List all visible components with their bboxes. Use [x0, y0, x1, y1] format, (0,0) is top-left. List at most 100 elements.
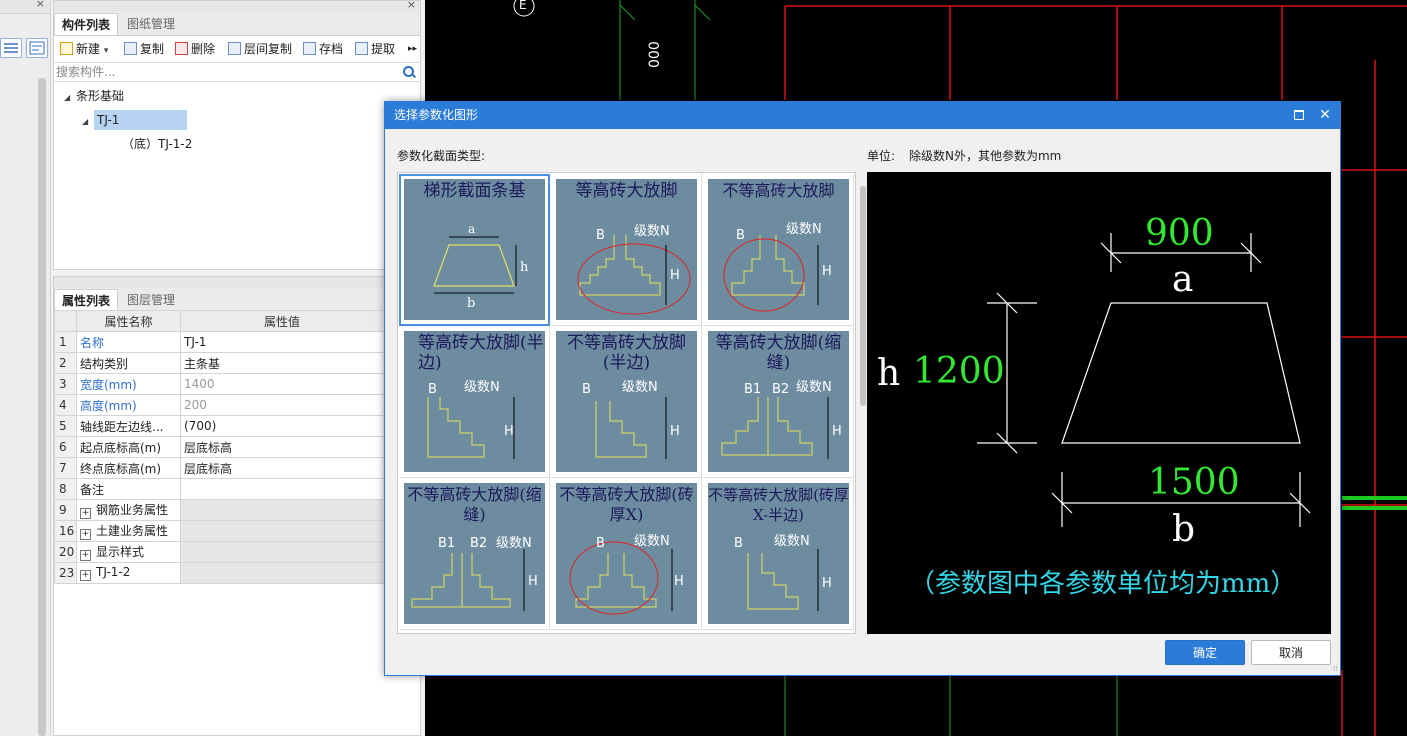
close-icon[interactable]: ×: [407, 0, 416, 11]
shape-option-unequal-brick-thickness[interactable]: 不等高砖大放脚(砖厚X) B 级数N H: [551, 478, 702, 630]
row-number: 7: [54, 457, 77, 479]
property-name: 终点底标高(m): [76, 457, 181, 479]
shape-option-unequal-brick-half[interactable]: 不等高砖大放脚(半边) B 级数N H: [551, 326, 702, 478]
collapse-arrow-icon[interactable]: ◢: [64, 88, 76, 108]
property-row[interactable]: 5 轴线距左边线... (700): [54, 415, 384, 437]
row-number: 4: [54, 394, 77, 416]
copy-button[interactable]: 复制: [124, 40, 164, 58]
detail-view-icon[interactable]: [26, 38, 48, 58]
property-row[interactable]: 7 终点底标高(m) 层底标高: [54, 457, 384, 479]
property-value[interactable]: 层底标高: [180, 457, 384, 479]
property-row[interactable]: 6 起点底标高(m) 层底标高: [54, 436, 384, 458]
group-name: 钢筋业务属性: [96, 503, 169, 517]
header-property-name: 属性名称: [76, 310, 181, 332]
property-value[interactable]: [180, 478, 384, 500]
panel-titlebar: ×: [54, 0, 420, 11]
more-tools-icon[interactable]: ▸▸: [408, 40, 417, 58]
component-tabs: 构件列表 图纸管理: [54, 11, 420, 36]
copy-icon: [124, 42, 137, 55]
row-number: 8: [54, 478, 77, 500]
shape-option-unequal-brick-thickness-half[interactable]: 不等高砖大放脚(砖厚X-半边) B 级数N H: [703, 478, 854, 630]
search-icon[interactable]: [403, 66, 414, 77]
shape-thumbnail-icon: a h b: [433, 222, 529, 311]
save-button[interactable]: 存档: [303, 40, 343, 58]
property-row[interactable]: 2 结构类别 主条基: [54, 352, 384, 374]
left-strip-close-icon[interactable]: ×: [36, 0, 45, 10]
label-n: 级数N: [496, 536, 532, 551]
new-dropdown-icon[interactable]: ▾: [104, 46, 109, 56]
label-h: H: [822, 264, 832, 279]
property-group-row[interactable]: 20 + 显示样式: [54, 541, 384, 563]
property-row[interactable]: 3 宽度(mm) 1400: [54, 373, 384, 395]
tab-property-list[interactable]: 属性列表: [54, 289, 119, 311]
group-name: TJ-1-2: [96, 565, 131, 579]
property-value[interactable]: 层底标高: [180, 436, 384, 458]
property-value[interactable]: 1400: [180, 373, 384, 395]
property-value[interactable]: 主条基: [180, 352, 384, 374]
row-number: 9: [54, 499, 77, 521]
tab-drawing-management[interactable]: 图纸管理: [120, 13, 182, 35]
left-strip-titlebar: ×: [0, 0, 50, 14]
label-h: H: [670, 268, 680, 283]
tree-item-strip-foundation[interactable]: ◢ 条形基础: [64, 86, 124, 106]
property-list-panel: 属性列表 图层管理 属性名称 属性值 1 名称 TJ-1 2 结构类别 主条基 …: [53, 276, 421, 736]
component-search: [54, 62, 420, 82]
tree-item-tj1[interactable]: ◢ TJ-1: [82, 110, 187, 130]
property-name: 宽度(mm): [76, 373, 181, 395]
property-group-row[interactable]: 16 + 土建业务属性: [54, 520, 384, 542]
label-b: B: [736, 228, 745, 243]
property-row[interactable]: 4 高度(mm) 200: [54, 394, 384, 416]
property-value[interactable]: 200: [180, 394, 384, 416]
shape-option-unequal-brick-gap[interactable]: 不等高砖大放脚(缩缝) B1 B2 级数N H: [399, 478, 550, 630]
expand-icon[interactable]: +: [80, 550, 91, 561]
shape-thumbnail-icon: B 级数N H: [582, 380, 680, 459]
expand-icon[interactable]: +: [80, 570, 91, 581]
collapse-arrow-icon[interactable]: ◢: [82, 112, 94, 132]
property-group-row[interactable]: 9 + 钢筋业务属性: [54, 499, 384, 521]
property-group-row[interactable]: 23 + TJ-1-2: [54, 562, 384, 584]
unit-note: （参数图中各参数单位均为mm）: [909, 569, 1296, 599]
property-row[interactable]: 1 名称 TJ-1: [54, 331, 384, 353]
shape-option-equal-brick-gap[interactable]: 等高砖大放脚(缩缝) B1 B2 级数N H: [703, 326, 854, 478]
dialog-close-icon[interactable]: ✕: [1312, 102, 1338, 129]
maximize-icon[interactable]: [1286, 102, 1312, 129]
cancel-button[interactable]: 取消: [1251, 640, 1331, 665]
tree-item-tj1-2[interactable]: （底）TJ-1-2: [122, 134, 192, 154]
shape-option-trapezoid[interactable]: 梯形截面条基 a h b: [399, 174, 550, 326]
label-h: H: [674, 574, 684, 589]
dialog-titlebar: 选择参数化图形 ✕: [385, 102, 1340, 129]
expand-icon[interactable]: +: [80, 529, 91, 540]
resize-grip-icon[interactable]: ⁞⁞: [1333, 664, 1338, 673]
shape-option-equal-brick[interactable]: 等高砖大放脚 B 级数N H: [551, 174, 702, 326]
left-strip-scrollbar[interactable]: [38, 78, 46, 736]
shape-preview: 900 a h 1200 1500 b （参数图中各参数单位均为mm）: [867, 172, 1331, 634]
new-button[interactable]: 新建 ▾: [60, 40, 108, 58]
row-number: 2: [54, 352, 77, 374]
ok-button[interactable]: 确定: [1165, 640, 1245, 665]
label-b1: B1: [744, 382, 761, 397]
label-b1: B1: [438, 536, 455, 551]
extract-button[interactable]: 提取: [355, 40, 395, 58]
tab-layer-management[interactable]: 图层管理: [120, 289, 182, 311]
search-input[interactable]: [56, 64, 386, 80]
property-value[interactable]: (700): [180, 415, 384, 437]
axis-label-e: E: [519, 0, 527, 12]
delete-button[interactable]: 删除: [175, 40, 215, 58]
shape-thumbnail-icon: B1 B2 级数N H: [721, 380, 842, 459]
shape-option-unequal-brick[interactable]: 不等高砖大放脚 B 级数N H: [703, 174, 854, 326]
h-value: 1200: [913, 351, 1005, 392]
expand-icon[interactable]: +: [80, 508, 91, 519]
scroll-thumb[interactable]: [860, 186, 866, 406]
list-view-icon[interactable]: [0, 38, 22, 58]
property-header-row: 属性名称 属性值: [54, 310, 384, 332]
shape-option-equal-brick-half[interactable]: 等高砖大放脚(半边) B 级数N H: [399, 326, 550, 478]
floor-copy-button[interactable]: 层间复制: [228, 40, 292, 58]
property-value[interactable]: TJ-1: [180, 331, 384, 353]
tab-component-list[interactable]: 构件列表: [54, 13, 119, 35]
component-list-panel: × 构件列表 图纸管理 新建 ▾ 复制 删除 层间复制 存档 提取 ▸▸ ◢条形…: [53, 0, 421, 270]
property-row[interactable]: 8 备注: [54, 478, 384, 500]
label-n: 级数N: [622, 380, 658, 395]
label-h: H: [504, 424, 514, 439]
row-number: 5: [54, 415, 77, 437]
row-number: 16: [54, 520, 77, 542]
